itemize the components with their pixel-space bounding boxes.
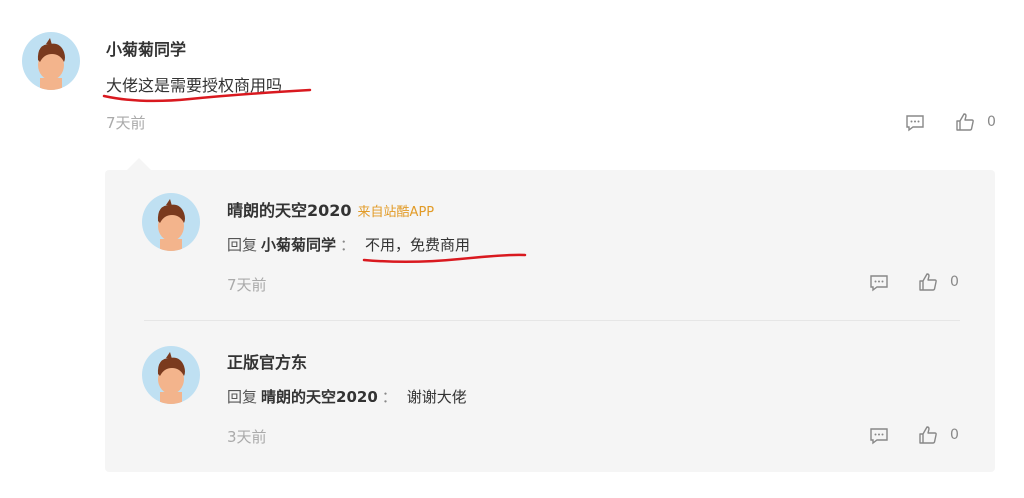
reply-timestamp: 3天前 xyxy=(227,428,267,446)
reply-colon: ： xyxy=(381,388,397,406)
thumbs-up-icon xyxy=(918,425,938,445)
reply-username[interactable]: 正版官方东 xyxy=(227,349,307,373)
comment-timestamp: 7天前 xyxy=(106,114,146,132)
reply-target-user[interactable]: 晴朗的天空2020 xyxy=(261,388,378,406)
reply-text-line: 回复 小菊菊同学： 不用，免费商用 xyxy=(227,234,470,255)
like-button[interactable]: 0 xyxy=(955,112,996,132)
reply-username[interactable]: 晴朗的天空2020 来自站酷APP xyxy=(227,197,434,221)
reply-button[interactable] xyxy=(905,114,925,132)
source-label: 来自站酷APP xyxy=(357,205,435,220)
like-button[interactable]: 0 xyxy=(918,425,959,445)
reply-prefix: 回复 xyxy=(227,388,258,406)
reply-content: 不用，免费商用 xyxy=(365,236,471,254)
avatar[interactable] xyxy=(22,32,80,90)
like-count: 0 xyxy=(987,114,996,130)
reply-button[interactable] xyxy=(869,274,889,292)
reply-username-text[interactable]: 晴朗的天空2020 xyxy=(227,201,352,220)
comment-icon xyxy=(869,427,889,445)
reply-timestamp: 7天前 xyxy=(227,276,267,294)
thumbs-up-icon xyxy=(918,272,938,292)
reply-text-line: 回复 晴朗的天空2020： 谢谢大佬 xyxy=(227,386,467,407)
reply-content: 谢谢大佬 xyxy=(406,388,467,406)
like-button[interactable]: 0 xyxy=(918,272,959,292)
reply-prefix: 回复 xyxy=(227,236,258,254)
comment-icon xyxy=(905,114,925,132)
reply-target-user[interactable]: 小菊菊同学 xyxy=(261,236,336,254)
comment-icon xyxy=(869,274,889,292)
avatar[interactable] xyxy=(142,193,200,251)
comment-username[interactable]: 小菊菊同学 xyxy=(106,36,186,60)
thumbs-up-icon xyxy=(955,112,975,132)
like-count: 0 xyxy=(950,427,959,443)
reply-button[interactable] xyxy=(869,427,889,445)
like-count: 0 xyxy=(950,274,959,290)
comment-text: 大佬这是需要授权商用吗 xyxy=(106,76,283,95)
avatar[interactable] xyxy=(142,346,200,404)
reply-colon: ： xyxy=(340,236,356,254)
reply-divider xyxy=(144,320,960,321)
